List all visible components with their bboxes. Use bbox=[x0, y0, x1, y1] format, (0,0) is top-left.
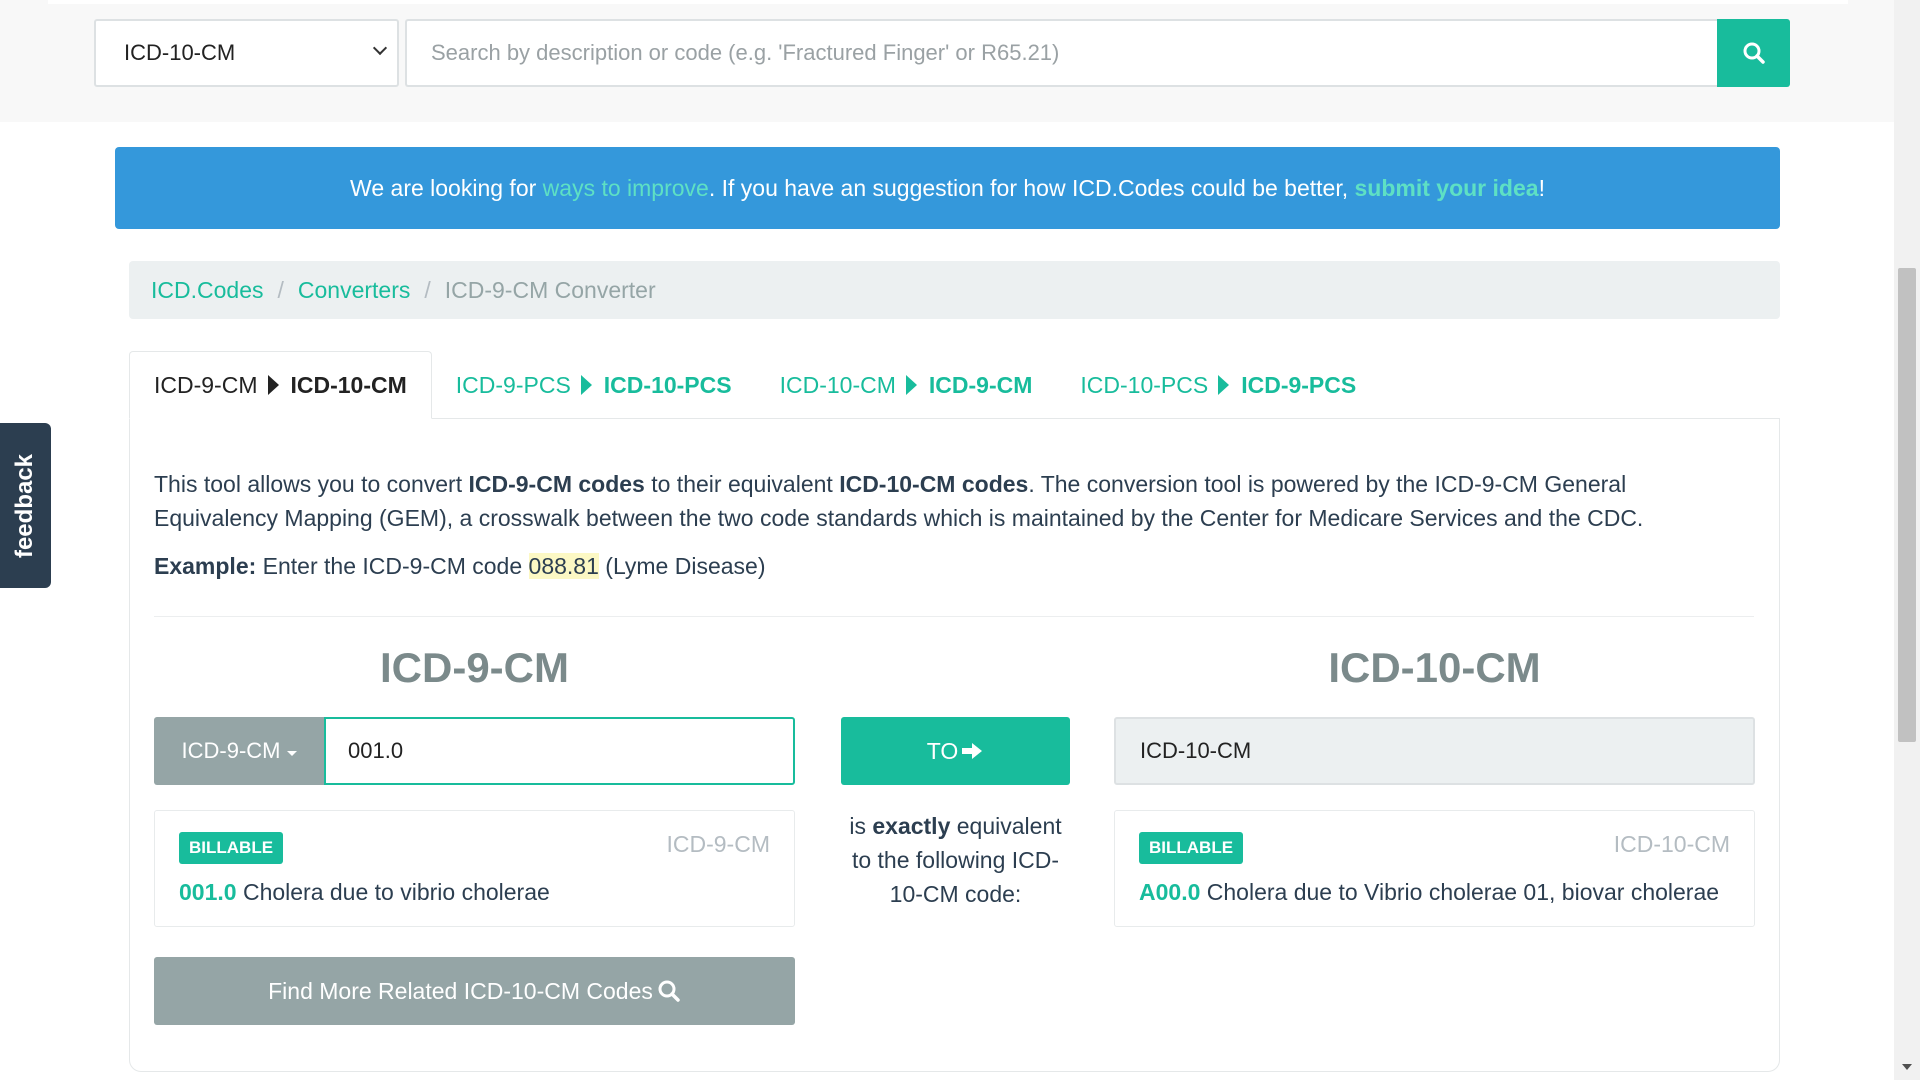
breadcrumb-current: ICD-9-CM Converter bbox=[444, 276, 656, 303]
result-code-link[interactable]: A00.0 bbox=[1139, 879, 1200, 905]
caret-right-icon bbox=[905, 375, 917, 395]
chevron-down-icon bbox=[372, 40, 388, 56]
tab-icd10cm-to-icd9cm[interactable]: ICD-10-CM ICD-9-CM bbox=[756, 351, 1057, 419]
tab-to-label: ICD-10-PCS bbox=[603, 371, 732, 398]
example-code: 088.81 bbox=[528, 553, 599, 579]
page-scrollbar[interactable] bbox=[1894, 0, 1920, 1080]
tool-description: This tool allows you to convert ICD-9-CM… bbox=[154, 467, 1754, 535]
announcement-text-2: . If you have an suggestion for how ICD.… bbox=[708, 174, 1355, 201]
result-line: A00.0 Cholera due to Vibrio cholerae 01,… bbox=[1139, 879, 1719, 906]
header-bottom-edge bbox=[48, 0, 1848, 4]
from-code-set-dropdown[interactable]: ICD-9-CM bbox=[154, 717, 324, 785]
search-input[interactable]: Search by description or code (e.g. 'Fra… bbox=[405, 19, 1718, 87]
to-code-field: ICD-10-CM bbox=[1114, 717, 1755, 785]
from-code-set-label: ICD-9-CM bbox=[181, 738, 281, 763]
divider bbox=[154, 616, 1754, 617]
scrollbar-thumb[interactable] bbox=[1898, 268, 1916, 742]
from-code-input[interactable]: 001.0 bbox=[324, 717, 795, 785]
example-line: Example: Enter the ICD-9-CM code 088.81 … bbox=[154, 553, 765, 580]
description-text-2: to their equivalent bbox=[644, 471, 840, 497]
tab-from-label: ICD-9-CM bbox=[154, 371, 258, 398]
example-label: Example: bbox=[154, 553, 257, 579]
description-text-1: This tool allows you to convert bbox=[154, 471, 469, 497]
caret-right-icon bbox=[1218, 375, 1230, 395]
tab-icd9pcs-to-icd10pcs[interactable]: ICD-9-PCS ICD-10-PCS bbox=[432, 351, 756, 419]
code-set-select-value: ICD-10-CM bbox=[124, 40, 236, 65]
breadcrumb: ICD.Codes / Converters / ICD-9-CM Conver… bbox=[129, 261, 1780, 319]
breadcrumb-converters-link[interactable]: Converters bbox=[298, 277, 410, 304]
search-button[interactable] bbox=[1717, 19, 1790, 87]
breadcrumb-separator: / bbox=[277, 276, 284, 303]
example-text-2: (Lyme Disease) bbox=[598, 553, 766, 579]
search-placeholder: Search by description or code (e.g. 'Fra… bbox=[431, 40, 1060, 65]
from-code-value: 001.0 bbox=[348, 738, 404, 763]
tab-to-label: ICD-10-CM bbox=[290, 371, 407, 398]
arrow-right-icon bbox=[962, 743, 983, 759]
breadcrumb-separator: / bbox=[424, 276, 431, 303]
result-description: Cholera due to vibrio cholerae bbox=[236, 879, 550, 905]
search-icon bbox=[1743, 42, 1765, 64]
to-column-title: ICD-10-CM bbox=[1328, 644, 1541, 691]
top-search-bar: ICD-10-CM Search by description or code … bbox=[0, 0, 1920, 122]
to-result-card: BILLABLE ICD-10-CM A00.0 Cholera due to … bbox=[1114, 810, 1755, 927]
code-set-select[interactable]: ICD-10-CM bbox=[94, 19, 399, 87]
ways-to-improve-link[interactable]: ways to improve bbox=[543, 175, 709, 202]
result-description: Cholera due to Vibrio cholerae 01, biova… bbox=[1200, 879, 1720, 905]
submit-idea-link[interactable]: submit your idea bbox=[1355, 175, 1539, 202]
convert-to-label: TO bbox=[926, 737, 959, 764]
scroll-down-arrow-icon[interactable] bbox=[1902, 1064, 1912, 1070]
result-code-link[interactable]: 001.0 bbox=[179, 879, 237, 905]
result-standard: ICD-10-CM bbox=[1613, 831, 1730, 857]
tab-from-label: ICD-10-PCS bbox=[1080, 371, 1209, 398]
to-code-placeholder: ICD-10-CM bbox=[1140, 738, 1252, 763]
tab-icd10pcs-to-icd9pcs[interactable]: ICD-10-PCS ICD-9-PCS bbox=[1056, 351, 1380, 419]
tab-from-label: ICD-9-PCS bbox=[455, 371, 571, 398]
search-icon bbox=[658, 980, 680, 1002]
breadcrumb-home-link[interactable]: ICD.Codes bbox=[151, 277, 263, 304]
result-standard: ICD-9-CM bbox=[666, 831, 771, 857]
tab-to-label: ICD-9-PCS bbox=[1241, 371, 1357, 398]
tab-icd9cm-to-icd10cm[interactable]: ICD-9-CM ICD-10-CM bbox=[129, 351, 432, 419]
example-text-1: Enter the ICD-9-CM code bbox=[256, 553, 529, 579]
announcement-text-1: We are looking for bbox=[350, 174, 543, 201]
announcement-banner: We are looking for ways to improve . If … bbox=[115, 147, 1780, 229]
find-more-codes-button[interactable]: Find More Related ICD-10-CM Codes bbox=[154, 957, 795, 1025]
caret-right-icon bbox=[267, 375, 279, 395]
tab-to-label: ICD-9-CM bbox=[928, 371, 1033, 398]
caret-right-icon bbox=[580, 375, 592, 395]
description-bold-1: ICD-9-CM codes bbox=[468, 471, 645, 497]
equivalence-text: is exactly equivalent to the following I… bbox=[841, 809, 1070, 911]
converter-tabs: ICD-9-CM ICD-10-CM ICD-9-PCS ICD-10-PCS … bbox=[129, 351, 1380, 419]
announcement-text-3: ! bbox=[1538, 174, 1545, 201]
description-bold-2: ICD-10-CM codes bbox=[839, 471, 1029, 497]
equivalence-bold: exactly bbox=[872, 813, 951, 839]
billable-badge: BILLABLE bbox=[1139, 832, 1244, 864]
from-result-card: BILLABLE ICD-9-CM 001.0 Cholera due to v… bbox=[154, 810, 795, 927]
from-column-title: ICD-9-CM bbox=[380, 644, 569, 691]
find-more-label: Find More Related ICD-10-CM Codes bbox=[268, 977, 653, 1004]
equivalence-text-1: is bbox=[849, 813, 873, 839]
feedback-tab[interactable]: feedback bbox=[0, 423, 51, 588]
caret-down-icon bbox=[286, 750, 297, 756]
tab-from-label: ICD-10-CM bbox=[779, 371, 896, 398]
converter-panel: This tool allows you to convert ICD-9-CM… bbox=[129, 418, 1780, 1072]
convert-to-button[interactable]: TO bbox=[841, 717, 1070, 785]
from-code-group: ICD-9-CM 001.0 bbox=[154, 717, 795, 785]
result-line: 001.0 Cholera due to vibrio cholerae bbox=[179, 879, 550, 906]
billable-badge: BILLABLE bbox=[179, 832, 284, 864]
feedback-label: feedback bbox=[11, 453, 39, 558]
